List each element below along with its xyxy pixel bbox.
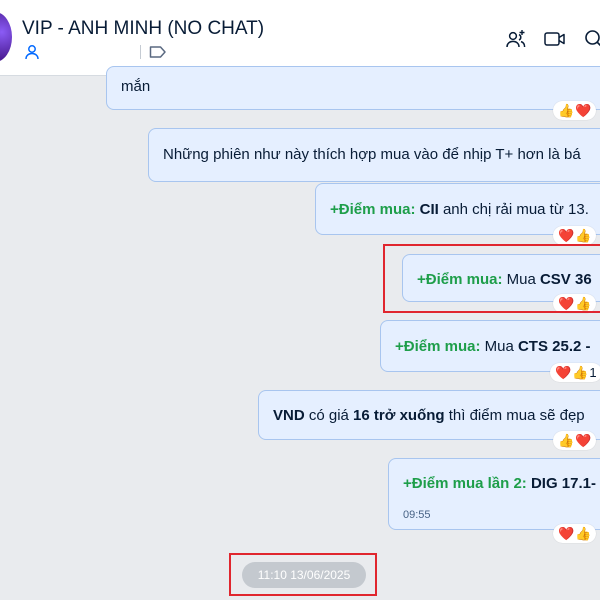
divider xyxy=(140,45,141,59)
stock-code: DIG 17.1- xyxy=(526,475,596,492)
message-bubble[interactable]: VND có giá 16 trở xuống thì điểm mua sẽ … xyxy=(258,390,600,440)
heart-reaction-icon: ❤️ xyxy=(558,526,575,541)
reaction-count: 1 xyxy=(589,365,597,380)
like-reaction-icon: 👍 xyxy=(575,526,592,541)
stock-code: CII xyxy=(419,201,439,218)
message-time: 09:55 xyxy=(403,509,431,521)
like-reaction-icon: 👍 xyxy=(572,365,589,380)
chat-subinfo xyxy=(24,44,167,60)
message-reactions[interactable]: ❤️ 👍 1 xyxy=(550,363,600,382)
heart-reaction-icon: ❤️ xyxy=(575,103,592,118)
like-reaction-icon: 👍 xyxy=(575,228,592,243)
heart-reaction-icon: ❤️ xyxy=(558,228,575,243)
stock-code: CTS 25.2 - xyxy=(517,338,591,355)
price-level: 16 trở xuống xyxy=(353,407,445,424)
heart-reaction-icon: ❤️ xyxy=(575,433,592,448)
message-reactions[interactable]: ❤️ 👍 xyxy=(553,226,597,245)
message-text: anh chị rải mua từ 13. xyxy=(438,201,589,218)
search-icon[interactable] xyxy=(583,28,600,50)
message-reactions[interactable]: ❤️ 👍 xyxy=(553,524,597,543)
buy-point-label: +Điểm mua: xyxy=(395,338,481,355)
message-bubble[interactable]: +Điểm mua lần 2: DIG 17.1- 09:55 xyxy=(388,458,600,530)
like-reaction-icon: 👍 xyxy=(558,103,575,118)
message-text: mắn xyxy=(121,78,151,95)
chat-header: VIP - ANH MINH (NO CHAT) xyxy=(0,0,600,76)
like-reaction-icon: 👍 xyxy=(558,433,575,448)
message-reactions[interactable]: 👍 ❤️ xyxy=(553,101,597,120)
highlight-box xyxy=(229,553,377,596)
video-call-icon[interactable] xyxy=(543,28,567,50)
buy-point-label: +Điểm mua: xyxy=(330,201,416,218)
tag-icon[interactable] xyxy=(149,45,167,59)
message-text: thì điểm mua sẽ đẹp xyxy=(444,407,585,424)
buy-point-label: +Điểm mua lần 2: xyxy=(403,475,527,492)
header-actions xyxy=(505,28,600,50)
message-reactions[interactable]: 👍 ❤️ xyxy=(553,431,597,450)
message-bubble[interactable]: Những phiên như này thích hợp mua vào để… xyxy=(148,128,600,182)
message-text: Những phiên như này thích hợp mua vào để… xyxy=(163,146,581,163)
message-text: có giá xyxy=(304,407,354,424)
message-text: Mua xyxy=(480,338,518,355)
chat-title[interactable]: VIP - ANH MINH (NO CHAT) xyxy=(22,18,264,40)
heart-reaction-icon: ❤️ xyxy=(555,365,572,380)
highlight-box xyxy=(383,244,600,313)
member-icon[interactable] xyxy=(24,44,40,60)
stock-code: VND xyxy=(273,407,305,424)
group-avatar[interactable] xyxy=(0,12,12,62)
message-bubble[interactable]: mắn xyxy=(106,66,600,110)
add-user-icon[interactable] xyxy=(505,28,527,50)
